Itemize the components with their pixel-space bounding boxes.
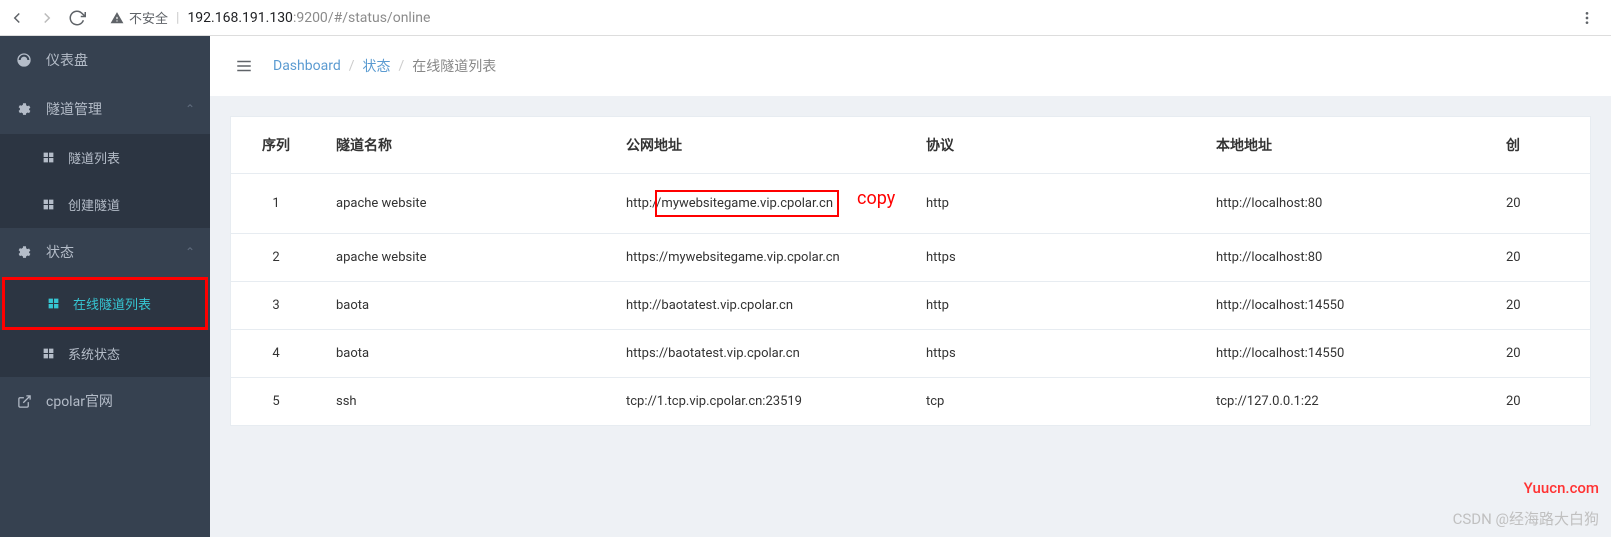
sidebar-label: 创建隧道 xyxy=(68,195,120,214)
cell-local-addr: tcp://127.0.0.1:22 xyxy=(1201,378,1491,426)
browser-menu-icon[interactable] xyxy=(1579,10,1603,26)
cell-local-addr: http://localhost:14550 xyxy=(1201,282,1491,330)
sidebar: 仪表盘 隧道管理 ⌃ 隧道列表 创建隧道 状态 ⌃ xyxy=(0,36,210,537)
col-seq: 序列 xyxy=(231,117,321,174)
cell-name: baota xyxy=(321,330,611,378)
col-protocol: 协议 xyxy=(911,117,1201,174)
cell-public-addr: tcp://1.tcp.vip.cpolar.cn:23519 xyxy=(611,378,911,426)
cell-local-addr: http://localhost:80 xyxy=(1201,234,1491,282)
highlight-box: mywebsitegame.vip.cpolar.cn xyxy=(655,190,839,217)
cell-public-addr: https://baotatest.vip.cpolar.cn xyxy=(611,330,911,378)
grid-icon xyxy=(42,198,55,211)
cell-protocol: http xyxy=(911,282,1201,330)
table-row: 4baotahttps://baotatest.vip.cpolar.cnhtt… xyxy=(231,330,1590,378)
address-bar[interactable]: 不安全 | 192.168.191.130:9200/#/status/onli… xyxy=(98,8,1567,27)
cell-public-addr: https://mywebsitegame.vip.cpolar.cn xyxy=(611,234,911,282)
sidebar-item-online-list[interactable]: 在线隧道列表 xyxy=(2,277,208,330)
insecure-badge: 不安全 xyxy=(110,8,168,27)
gear-icon xyxy=(15,245,33,260)
cell-created: 20 xyxy=(1491,282,1590,330)
sidebar-label: 仪表盘 xyxy=(46,50,88,70)
breadcrumb-status[interactable]: 状态 xyxy=(363,56,391,76)
sidebar-item-dashboard[interactable]: 仪表盘 xyxy=(0,36,210,85)
breadcrumb-sep: / xyxy=(349,58,355,74)
cell-created: 20 xyxy=(1491,330,1590,378)
grid-icon xyxy=(42,151,55,164)
sidebar-item-tunnel-mgmt[interactable]: 隧道管理 ⌃ xyxy=(0,85,210,134)
cell-seq: 1 xyxy=(231,174,321,234)
col-created: 创 xyxy=(1491,117,1590,174)
sidebar-item-official[interactable]: cpolar官网 xyxy=(0,377,210,426)
chevron-up-icon: ⌃ xyxy=(185,245,195,259)
grid-icon xyxy=(42,347,55,360)
breadcrumb: Dashboard / 状态 / 在线隧道列表 xyxy=(273,56,496,76)
gear-icon xyxy=(15,102,33,117)
table-row: 1apache websitehttp://mywebsitegame.vip.… xyxy=(231,174,1590,234)
insecure-label: 不安全 xyxy=(129,8,168,27)
cell-local-addr: http://localhost:80 xyxy=(1201,174,1491,234)
cell-protocol: https xyxy=(911,234,1201,282)
breadcrumb-sep: / xyxy=(399,58,405,74)
breadcrumb-current: 在线隧道列表 xyxy=(412,56,496,76)
cell-protocol: tcp xyxy=(911,378,1201,426)
dashboard-icon xyxy=(15,52,33,68)
sidebar-item-tunnel-list[interactable]: 隧道列表 xyxy=(0,134,210,181)
cell-protocol: http xyxy=(911,174,1201,234)
url-text: 192.168.191.130:9200/#/status/online xyxy=(187,10,430,26)
breadcrumb-dashboard[interactable]: Dashboard xyxy=(273,58,341,74)
cell-name: ssh xyxy=(321,378,611,426)
watermark-csdn: CSDN @经海路大白狗 xyxy=(1453,508,1599,529)
sidebar-label: 在线隧道列表 xyxy=(73,294,151,313)
cell-created: 20 xyxy=(1491,234,1590,282)
reload-button[interactable] xyxy=(68,9,86,27)
sidebar-label: 隧道列表 xyxy=(68,148,120,167)
cell-seq: 2 xyxy=(231,234,321,282)
sidebar-item-status[interactable]: 状态 ⌃ xyxy=(0,228,210,277)
col-public: 公网地址 xyxy=(611,117,911,174)
url-separator: | xyxy=(176,10,179,26)
cell-seq: 3 xyxy=(231,282,321,330)
cell-name: apache website xyxy=(321,234,611,282)
back-button[interactable] xyxy=(8,9,26,27)
forward-button[interactable] xyxy=(38,9,56,27)
cell-local-addr: http://localhost:14550 xyxy=(1201,330,1491,378)
copy-annotation: copy xyxy=(857,188,895,209)
tunnel-table: 序列 隧道名称 公网地址 协议 本地地址 创 1apache websiteht… xyxy=(230,116,1591,426)
watermark-yuucn: Yuucn.com xyxy=(1524,479,1599,497)
cell-seq: 4 xyxy=(231,330,321,378)
table-row: 3baotahttp://baotatest.vip.cpolar.cnhttp… xyxy=(231,282,1590,330)
sidebar-label: cpolar官网 xyxy=(46,391,113,411)
cell-created: 20 xyxy=(1491,378,1590,426)
cell-protocol: https xyxy=(911,330,1201,378)
sidebar-item-system-status[interactable]: 系统状态 xyxy=(0,330,210,377)
col-local: 本地地址 xyxy=(1201,117,1491,174)
grid-icon xyxy=(47,297,60,310)
sidebar-label: 状态 xyxy=(46,242,74,262)
main-content: Dashboard / 状态 / 在线隧道列表 序列 隧道名称 公网地址 协议 xyxy=(210,36,1611,537)
menu-toggle-icon[interactable] xyxy=(235,57,253,75)
cell-seq: 5 xyxy=(231,378,321,426)
chevron-up-icon: ⌃ xyxy=(185,102,195,116)
external-link-icon xyxy=(15,394,33,409)
table-row: 2apache websitehttps://mywebsitegame.vip… xyxy=(231,234,1590,282)
sidebar-label: 隧道管理 xyxy=(46,99,102,119)
topbar: Dashboard / 状态 / 在线隧道列表 xyxy=(210,36,1611,96)
cell-created: 20 xyxy=(1491,174,1590,234)
cell-name: apache website xyxy=(321,174,611,234)
browser-toolbar: 不安全 | 192.168.191.130:9200/#/status/onli… xyxy=(0,0,1611,36)
col-name: 隧道名称 xyxy=(321,117,611,174)
table-header-row: 序列 隧道名称 公网地址 协议 本地地址 创 xyxy=(231,117,1590,174)
table-row: 5sshtcp://1.tcp.vip.cpolar.cn:23519tcptc… xyxy=(231,378,1590,426)
cell-public-addr: http://baotatest.vip.cpolar.cn xyxy=(611,282,911,330)
sidebar-label: 系统状态 xyxy=(68,344,120,363)
sidebar-item-create-tunnel[interactable]: 创建隧道 xyxy=(0,181,210,228)
cell-name: baota xyxy=(321,282,611,330)
cell-public-addr: http://mywebsitegame.vip.cpolar.cncopy xyxy=(611,174,911,234)
